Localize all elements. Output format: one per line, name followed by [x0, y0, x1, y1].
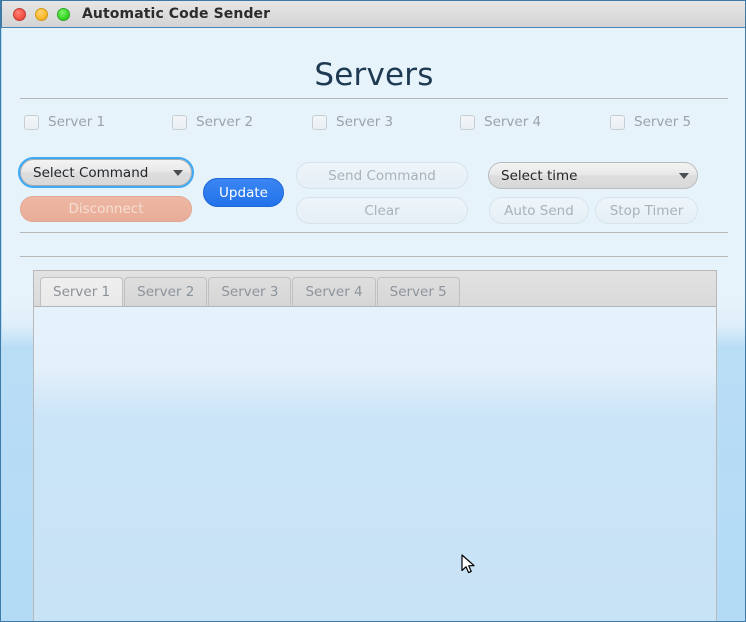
separator-bottom [20, 256, 728, 257]
checkbox-label-server-4: Server 4 [484, 114, 542, 130]
checkbox-item-server-3[interactable]: Server 3 [312, 114, 393, 130]
clear-button[interactable]: Clear [296, 197, 468, 224]
tab-server-1[interactable]: Server 1 [40, 277, 124, 306]
minimize-button[interactable] [35, 8, 48, 21]
window-title: Automatic Code Sender [82, 6, 271, 22]
command-select[interactable]: Select Command [18, 157, 194, 188]
checkbox-box-server-5[interactable] [610, 114, 625, 130]
checkbox-label-server-2: Server 2 [196, 114, 254, 130]
checkbox-label-server-1: Server 1 [48, 114, 106, 130]
checkbox-box-server-1[interactable] [24, 114, 39, 130]
auto-send-button[interactable]: Auto Send [489, 197, 589, 224]
checkbox-item-server-4[interactable]: Server 4 [460, 114, 541, 130]
checkbox-box-server-2[interactable] [172, 114, 187, 130]
tab-server-2[interactable]: Server 2 [124, 277, 208, 306]
separator-middle [20, 232, 728, 233]
client-area: Servers Server 1 Server 2 Server 3 Serve… [2, 28, 745, 621]
tab-content-area[interactable] [34, 307, 716, 621]
chevron-down-icon [173, 169, 183, 176]
tab-server-3[interactable]: Server 3 [208, 277, 292, 306]
stop-timer-button[interactable]: Stop Timer [595, 197, 698, 224]
checkbox-box-server-4[interactable] [460, 114, 475, 130]
separator-top [20, 98, 728, 99]
page-title: Servers [314, 57, 434, 93]
send-command-button[interactable]: Send Command [296, 162, 468, 189]
checkbox-label-server-5: Server 5 [634, 114, 692, 130]
time-select[interactable]: Select time [488, 162, 698, 189]
time-select-value: Select time [501, 167, 578, 184]
command-select-value: Select Command [33, 164, 149, 181]
server-tab-panel: Server 1 Server 2 Server 3 Server 4 Serv… [33, 270, 717, 621]
chevron-down-icon [679, 172, 689, 179]
title-bar: Automatic Code Sender [1, 0, 745, 28]
disconnect-button[interactable]: Disconnect [20, 196, 192, 222]
tab-server-4[interactable]: Server 4 [292, 277, 376, 306]
checkbox-item-server-5[interactable]: Server 5 [610, 114, 691, 130]
checkbox-item-server-2[interactable]: Server 2 [172, 114, 253, 130]
server-checkbox-row: Server 1 Server 2 Server 3 Server 4 Serv… [2, 114, 745, 138]
tab-strip: Server 1 Server 2 Server 3 Server 4 Serv… [34, 271, 716, 307]
checkbox-box-server-3[interactable] [312, 114, 327, 130]
close-button[interactable] [13, 8, 26, 21]
update-button[interactable]: Update [203, 178, 284, 207]
maximize-button[interactable] [57, 8, 70, 21]
app-window: Automatic Code Sender Servers Server 1 S… [0, 0, 746, 622]
checkbox-item-server-1[interactable]: Server 1 [24, 114, 105, 130]
tab-server-5[interactable]: Server 5 [376, 277, 460, 306]
checkbox-label-server-3: Server 3 [336, 114, 394, 130]
